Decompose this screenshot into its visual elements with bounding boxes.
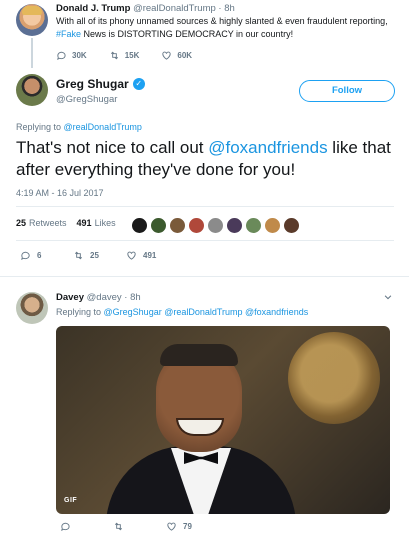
hashtag-link[interactable]: #Fake xyxy=(56,29,81,39)
reply-button[interactable]: 6 xyxy=(20,250,73,261)
follow-button[interactable]: Follow xyxy=(299,80,395,102)
tweet-actions: 30K 15K 60K xyxy=(56,50,192,61)
replying-to-link[interactable]: @GregShugar @realDonaldTrump @foxandfrie… xyxy=(104,307,309,317)
author-handle[interactable]: @realDonaldTrump xyxy=(133,3,216,14)
avatar[interactable] xyxy=(16,74,48,106)
gif-badge: GIF xyxy=(64,497,78,504)
retweets-stat[interactable]: 25 Retweets xyxy=(16,218,67,228)
author-name[interactable]: Greg Shugar xyxy=(56,77,129,91)
background-medal xyxy=(288,332,380,424)
gif-media[interactable]: GIF xyxy=(56,326,390,514)
mention-link[interactable]: @foxandfriends xyxy=(208,138,327,157)
likes-stat-count: 491 xyxy=(76,218,92,228)
chevron-down-icon[interactable] xyxy=(383,292,393,302)
reply-button[interactable]: 30K xyxy=(56,50,87,61)
retweets-stat-label: Retweets xyxy=(29,218,67,228)
parent-tweet[interactable]: Donald J. Trump @realDonaldTrump · 8h Wi… xyxy=(0,0,409,68)
liker-avatar[interactable] xyxy=(226,217,243,234)
divider xyxy=(0,276,409,277)
like-count: 491 xyxy=(143,251,157,260)
reply-count: 30K xyxy=(72,51,87,60)
liker-avatar[interactable] xyxy=(188,217,205,234)
retweets-stat-count: 25 xyxy=(16,218,27,228)
tweet-stats: 25 Retweets 491 Likes xyxy=(16,218,126,228)
liker-avatars xyxy=(131,217,300,234)
retweet-button[interactable]: 25 xyxy=(73,250,126,261)
like-icon xyxy=(167,522,176,531)
liker-avatar[interactable] xyxy=(131,217,148,234)
liker-avatar[interactable] xyxy=(207,217,224,234)
retweet-button[interactable]: 15K xyxy=(109,50,140,61)
tweet-text-part: With all of its phony unnamed sources & … xyxy=(56,16,388,26)
retweet-button[interactable] xyxy=(113,521,166,532)
replying-to: Replying to @GregShugar @realDonaldTrump… xyxy=(56,307,308,317)
author-name[interactable]: Davey xyxy=(56,292,84,303)
tweet-text-part: News is DISTORTING DEMOCRACY in our coun… xyxy=(81,29,294,39)
tweet-timestamp[interactable]: 4:19 AM - 16 Jul 2017 xyxy=(16,188,104,198)
author-name-row: Greg Shugar ✓ xyxy=(56,77,145,91)
like-count: 79 xyxy=(183,522,192,531)
likes-stat-label: Likes xyxy=(94,218,116,228)
tweet-actions: 6 25 491 xyxy=(20,250,179,261)
reply-icon xyxy=(61,522,70,532)
verified-icon: ✓ xyxy=(132,78,145,90)
divider xyxy=(16,240,394,241)
avatar[interactable] xyxy=(16,292,48,324)
like-icon xyxy=(162,51,171,60)
liker-avatar[interactable] xyxy=(150,217,167,234)
divider xyxy=(16,206,394,207)
author-handle[interactable]: @GregShugar xyxy=(56,94,117,105)
tweet-time[interactable]: · 8h xyxy=(218,3,234,14)
parent-tweet-header: Donald J. Trump @realDonaldTrump · 8h xyxy=(56,3,235,14)
author-name[interactable]: Donald J. Trump xyxy=(56,3,130,14)
liker-avatar[interactable] xyxy=(169,217,186,234)
retweet-count: 15K xyxy=(124,51,140,60)
retweet-icon xyxy=(110,51,118,60)
tweet-text-part: That's not nice to call out xyxy=(16,138,209,157)
author-handle[interactable]: @davey xyxy=(87,292,122,303)
tweet-text: With all of its phony unnamed sources & … xyxy=(56,15,396,41)
reply-icon xyxy=(21,251,30,261)
like-count: 60K xyxy=(177,51,193,60)
liker-avatar[interactable] xyxy=(283,217,300,234)
reply-tweet-header: Davey @davey · 8h xyxy=(56,292,141,303)
retweet-icon xyxy=(74,251,83,260)
like-button[interactable]: 491 xyxy=(126,250,179,261)
reply-icon xyxy=(57,51,66,61)
liker-avatar[interactable] xyxy=(245,217,262,234)
thread-connector xyxy=(31,38,33,68)
gif-figure-hair xyxy=(160,344,238,366)
like-button[interactable]: 79 xyxy=(166,521,219,532)
replying-to-link[interactable]: @realDonaldTrump xyxy=(64,122,142,132)
retweet-icon xyxy=(114,522,123,531)
reply-button[interactable] xyxy=(60,521,113,532)
avatar[interactable] xyxy=(16,4,48,36)
replying-prefix: Replying to xyxy=(56,307,104,317)
liker-avatar[interactable] xyxy=(264,217,281,234)
tweet-actions: 79 xyxy=(60,521,219,532)
like-icon xyxy=(127,251,136,260)
replying-to: Replying to @realDonaldTrump xyxy=(16,122,142,132)
retweet-count: 25 xyxy=(90,251,99,260)
reply-count: 6 xyxy=(37,251,42,260)
tweet-text: That's not nice to call out @foxandfrien… xyxy=(16,137,396,181)
like-button[interactable]: 60K xyxy=(161,50,192,61)
likes-stat[interactable]: 491 Likes xyxy=(77,218,116,228)
tweet-time[interactable]: · 8h xyxy=(124,292,140,303)
replying-prefix: Replying to xyxy=(16,122,64,132)
